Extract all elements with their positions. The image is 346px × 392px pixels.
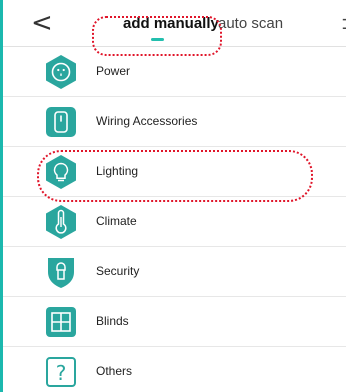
question-mark-icon: ?: [46, 357, 76, 387]
back-button[interactable]: <: [31, 10, 53, 36]
category-label: Power: [96, 64, 131, 78]
window-blinds-icon: [46, 307, 76, 337]
category-row-lighting[interactable]: Lighting: [3, 147, 346, 197]
category-row-wiring-accessories[interactable]: Wiring Accessories: [3, 97, 346, 147]
category-row-climate[interactable]: Climate: [3, 197, 346, 247]
tab-add-manually[interactable]: add manually: [123, 15, 219, 33]
app-screen: < add manually auto scan ⊐ Power Wiring …: [0, 0, 346, 392]
tab-auto-scan[interactable]: auto scan: [218, 15, 283, 33]
category-label: Wiring Accessories: [96, 114, 198, 128]
category-row-security[interactable]: Security: [3, 247, 346, 297]
category-label: Security: [96, 264, 140, 278]
category-label: Others: [96, 364, 133, 378]
thermometer-icon: [46, 205, 76, 239]
category-label: Blinds: [96, 314, 129, 328]
category-row-others[interactable]: ? Others: [3, 347, 346, 392]
category-row-power[interactable]: Power: [3, 47, 346, 97]
active-tab-indicator: [151, 38, 164, 41]
svg-text:?: ?: [56, 361, 67, 385]
light-bulb-icon: [46, 155, 76, 189]
category-list: Power Wiring Accessories Lighting Climat…: [3, 47, 346, 392]
category-label: Lighting: [96, 164, 139, 178]
power-outlet-icon: [46, 55, 76, 89]
scan-icon[interactable]: ⊐: [341, 13, 346, 34]
top-bar: < add manually auto scan ⊐: [3, 0, 346, 46]
category-label: Climate: [96, 214, 137, 228]
lock-shield-icon: [48, 258, 74, 288]
wall-switch-icon: [46, 107, 76, 137]
category-row-blinds[interactable]: Blinds: [3, 297, 346, 347]
